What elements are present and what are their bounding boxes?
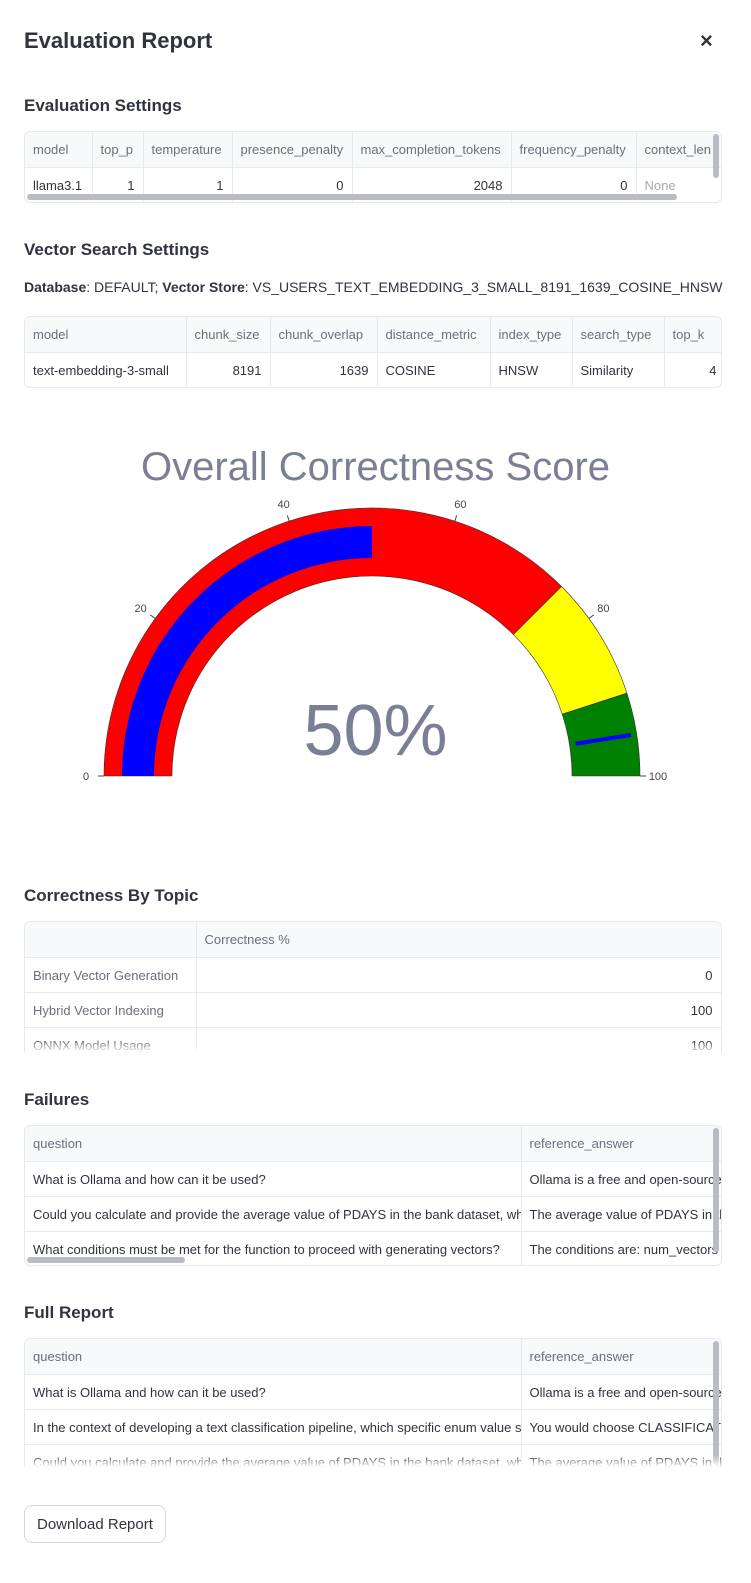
gauge-tick-label: 40 <box>277 499 289 511</box>
column-header[interactable]: chunk_size <box>186 317 271 353</box>
table-row: What is Ollama and how can it be used? Ol… <box>25 1374 721 1410</box>
column-header[interactable]: search_type <box>572 317 665 353</box>
column-header[interactable]: presence_penalty <box>232 132 353 168</box>
table-cell[interactable]: Could you calculate and provide the aver… <box>25 1196 522 1232</box>
full-report-heading: Full Report <box>24 1303 114 1322</box>
table-row: text-embedding-3-small 8191 1639 COSINE … <box>25 352 721 387</box>
column-header[interactable]: model <box>25 317 187 353</box>
download-report-button[interactable]: Download Report <box>24 1505 166 1543</box>
gauge-tick-40 <box>286 515 290 522</box>
dialog-title: Evaluation Report <box>24 28 213 53</box>
table-cell[interactable]: 1639 <box>270 352 378 387</box>
database-label: Database <box>24 279 87 295</box>
failures-heading: Failures <box>24 1090 90 1109</box>
gauge-tick-80 <box>588 614 594 619</box>
column-header[interactable]: top_k <box>664 317 721 353</box>
table-row: What is Ollama and how can it be used? Ol… <box>25 1161 721 1197</box>
table-cell[interactable]: 4 <box>664 352 721 387</box>
table-cell[interactable]: 8191 <box>186 352 271 387</box>
column-header[interactable]: max_completion_tokens <box>352 132 512 168</box>
table-cell[interactable]: 100 <box>196 992 721 1028</box>
horizontal-scrollbar[interactable] <box>27 1257 185 1263</box>
vector-search-settings-heading: Vector Search Settings <box>24 240 210 259</box>
vector-store-value: : VS_USERS_TEXT_EMBEDDING_3_SMALL_8191_1… <box>244 279 723 295</box>
column-header[interactable]: Correctness % <box>196 922 721 958</box>
column-header[interactable]: question <box>25 1339 522 1375</box>
table-cell[interactable]: Similarity <box>572 352 665 387</box>
row-label[interactable]: Binary Vector Generation <box>25 957 197 993</box>
evaluation-report-dialog: Evaluation Report × Evaluation Settings … <box>0 0 751 1583</box>
column-header[interactable]: top_p <box>92 132 144 168</box>
gauge-title: Overall Correctness Score <box>140 445 611 489</box>
table-cell[interactable]: COSINE <box>377 352 491 387</box>
gauge-tick-label: 60 <box>454 499 466 511</box>
column-header[interactable]: context_len <box>636 132 721 168</box>
evaluation-settings-heading: Evaluation Settings <box>24 96 182 115</box>
row-label[interactable]: Hybrid Vector Indexing <box>25 992 197 1028</box>
column-header[interactable]: question <box>25 1126 522 1162</box>
vector-search-settings-table[interactable]: model chunk_size chunk_overlap distance_… <box>24 316 722 388</box>
table-cell[interactable]: Ollama is a free and open-source <box>521 1161 721 1197</box>
table-cell[interactable]: In the context of developing a text clas… <box>25 1409 522 1445</box>
column-header[interactable]: index_type <box>490 317 573 353</box>
table-row: Hybrid Vector Indexing 100 <box>25 992 721 1028</box>
vector-store-label: Vector Store <box>162 279 245 295</box>
column-header[interactable]: reference_answer <box>521 1339 721 1375</box>
vertical-scrollbar[interactable] <box>713 1341 719 1465</box>
column-header[interactable]: distance_metric <box>377 317 491 353</box>
correctness-by-topic-heading: Correctness By Topic <box>24 886 199 905</box>
index-header <box>25 922 197 958</box>
gauge-tick-label: 0 <box>83 771 89 783</box>
gauge-tick-label: 80 <box>597 603 609 615</box>
column-header[interactable]: chunk_overlap <box>270 317 378 353</box>
horizontal-scrollbar[interactable] <box>27 194 677 200</box>
evaluation-settings-table[interactable]: model top_p temperature presence_penalty… <box>24 131 722 203</box>
table-cell[interactable]: You would choose CLASSIFICATION <box>521 1409 721 1445</box>
gauge-tick-label: 100 <box>649 771 667 783</box>
table-cell[interactable]: Ollama is a free and open-source <box>521 1374 721 1410</box>
table-cell[interactable]: text-embedding-3-small <box>25 352 187 387</box>
vertical-scrollbar[interactable] <box>713 134 719 178</box>
scroll-fade <box>25 1041 721 1053</box>
vertical-scrollbar[interactable] <box>713 1128 719 1252</box>
table-cell[interactable]: What is Ollama and how can it be used? <box>25 1374 522 1410</box>
table-cell[interactable]: The average value of PDAYS in the <box>521 1196 721 1232</box>
gauge-tick-20 <box>150 614 156 619</box>
gauge-tick-label: 20 <box>134 603 146 615</box>
scroll-fade <box>25 1455 721 1467</box>
table-row: Could you calculate and provide the aver… <box>25 1196 721 1232</box>
failures-table[interactable]: question reference_answer What is Ollama… <box>24 1125 722 1266</box>
close-icon[interactable]: × <box>700 28 713 54</box>
table-row: Binary Vector Generation 0 <box>25 957 721 993</box>
table-cell[interactable]: What is Ollama and how can it be used? <box>25 1161 522 1197</box>
correctness-by-topic-table[interactable]: Correctness % Binary Vector Generation 0 … <box>24 921 722 1053</box>
table-row: In the context of developing a text clas… <box>25 1409 721 1445</box>
gauge-tick-60 <box>454 515 458 522</box>
vector-store-info: Database: DEFAULT; Vector Store: VS_USER… <box>24 279 723 295</box>
table-cell[interactable]: HNSW <box>490 352 573 387</box>
column-header[interactable]: frequency_penalty <box>511 132 637 168</box>
gauge-value: 50% <box>303 691 448 771</box>
column-header[interactable]: temperature <box>143 132 233 168</box>
full-report-table[interactable]: question reference_answer What is Ollama… <box>24 1338 722 1467</box>
column-header[interactable]: reference_answer <box>521 1126 721 1162</box>
table-cell[interactable]: 0 <box>196 957 721 993</box>
database-value: : DEFAULT; <box>86 279 163 295</box>
column-header[interactable]: model <box>25 132 93 168</box>
table-cell[interactable]: The conditions are: num_vectors <box>521 1231 721 1265</box>
